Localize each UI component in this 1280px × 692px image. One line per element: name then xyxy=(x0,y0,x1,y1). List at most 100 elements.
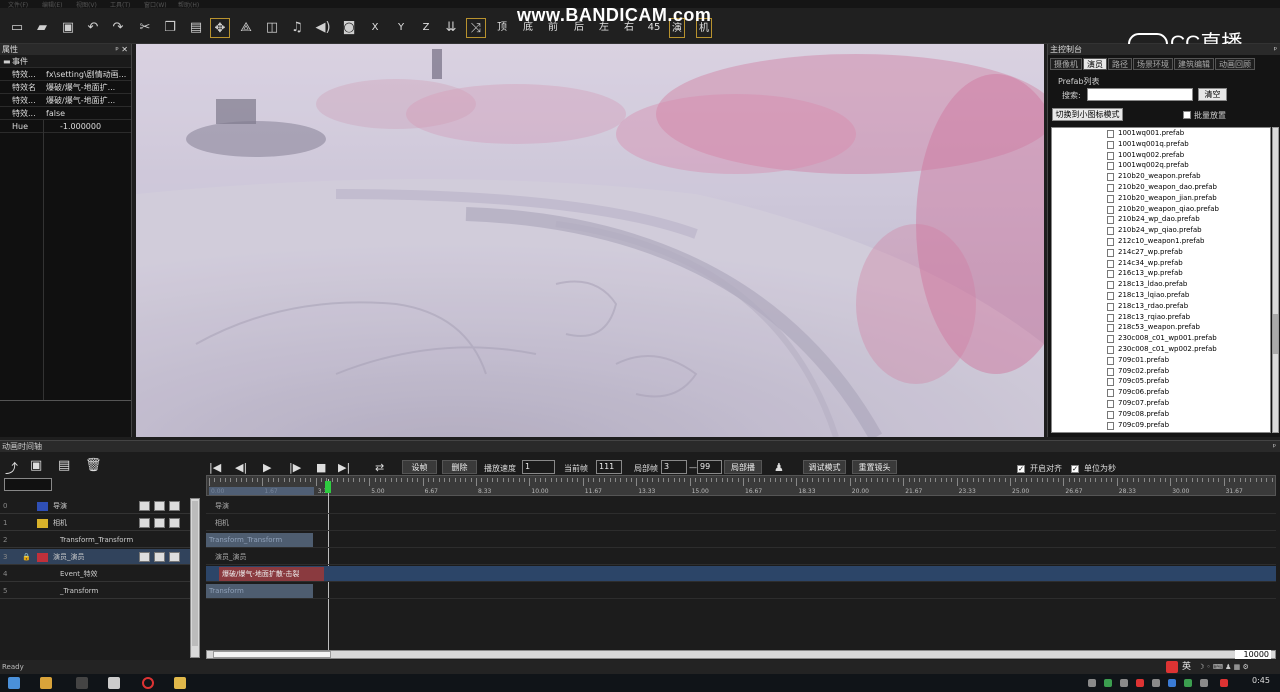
tray-icon[interactable] xyxy=(1088,679,1096,687)
stop-icon[interactable]: ■ xyxy=(316,461,326,474)
copy-icon[interactable]: ❐ xyxy=(160,18,180,38)
tray-icon[interactable] xyxy=(1220,679,1228,687)
clear-button[interactable]: 清空 xyxy=(1198,88,1227,101)
property-row[interactable]: 特效... fx\setting\剧情动画... xyxy=(0,68,131,81)
taskbar-record-icon[interactable] xyxy=(142,677,154,689)
prefab-list-item[interactable]: 218c13_ldao.prefab xyxy=(1052,279,1270,290)
goto-start-icon[interactable]: |◀ xyxy=(209,461,221,474)
track-lane[interactable]: 相机 xyxy=(206,515,1276,531)
playhead-marker[interactable] xyxy=(325,481,331,493)
track-visible-button[interactable] xyxy=(154,552,165,562)
track-lane[interactable]: 导演 xyxy=(206,498,1276,514)
cut-icon[interactable]: ✂ xyxy=(135,18,155,38)
sound-icon[interactable]: ◀) xyxy=(313,18,333,38)
enable-align-checkbox[interactable]: ✓ xyxy=(1017,465,1025,473)
tray-icon[interactable] xyxy=(1136,679,1144,687)
trash-icon[interactable]: 🗑 xyxy=(85,458,102,473)
tray-icon[interactable] xyxy=(1168,679,1176,687)
ruler-selection-range[interactable] xyxy=(209,487,314,495)
prefab-list-item[interactable]: 218c13_lqiao.prefab xyxy=(1052,290,1270,301)
windows-start-icon[interactable] xyxy=(8,677,20,689)
scale-icon[interactable]: ◫ xyxy=(262,18,282,38)
ime-tray-icons[interactable]: ☽ ◦ ⌨ ♟ ▦ ⚙ xyxy=(1198,660,1249,674)
person-icon[interactable]: ♟ xyxy=(774,461,784,474)
fit-view-icon[interactable]: ⤨ xyxy=(466,18,486,38)
track-header[interactable]: 0 导演 xyxy=(0,498,190,514)
prefab-list-item[interactable]: 210b20_weapon.prefab xyxy=(1052,171,1270,182)
move-icon[interactable]: ✥ xyxy=(210,18,230,38)
set-frame-button[interactable]: 设帧 xyxy=(402,460,437,474)
music-icon[interactable]: ♫ xyxy=(287,18,307,38)
sogou-ime-icon[interactable] xyxy=(1166,661,1178,673)
collapse-icon[interactable]: ▬ xyxy=(3,55,11,68)
panel-pin-icon[interactable]: ᵖ xyxy=(1274,44,1277,55)
taskbar-app-browser-icon[interactable] xyxy=(108,677,120,689)
track-lane[interactable]: 演员_演员 xyxy=(206,549,1276,565)
scrollbar-thumb[interactable] xyxy=(1273,314,1278,354)
scene-viewport[interactable] xyxy=(136,44,1044,437)
panel-pin-close-icon[interactable]: ᵖ ✕ xyxy=(115,44,128,55)
local-play-button[interactable]: 局部播放 xyxy=(724,460,762,486)
transform-clip[interactable]: Transform xyxy=(206,584,313,598)
track-header[interactable]: 2 Transform_Transform xyxy=(0,532,190,548)
play-speed-input[interactable]: 1 xyxy=(522,460,555,474)
clock[interactable]: 0:45 xyxy=(1252,676,1270,685)
undo-icon[interactable]: ↶ xyxy=(83,18,103,38)
track-visible-button[interactable] xyxy=(154,501,165,511)
scrollbar-thumb[interactable] xyxy=(192,501,198,646)
tab-camera[interactable]: 摄像机 xyxy=(1050,58,1082,70)
prev-frame-icon[interactable]: ◀| xyxy=(235,461,247,474)
prefab-list-item[interactable]: 210b20_weapon_jian.prefab xyxy=(1052,193,1270,204)
prefab-list-item[interactable]: 218c13_rqiao.prefab xyxy=(1052,312,1270,323)
prefab-list-item[interactable]: 230c008_c01_wp002.prefab xyxy=(1052,344,1270,355)
ime-mode-text[interactable]: 英 xyxy=(1182,660,1191,674)
taskbar-app-editor-icon[interactable] xyxy=(76,677,88,689)
track-color-swatch[interactable] xyxy=(37,519,48,528)
rotate-icon[interactable]: ⟁ xyxy=(236,18,256,38)
prefab-list-item[interactable]: 709c06.prefab xyxy=(1052,387,1270,398)
view-top-button[interactable]: 顶 xyxy=(494,18,510,38)
local-frame-start-input[interactable]: 3 xyxy=(661,460,687,474)
track-lock-button[interactable] xyxy=(139,552,150,562)
search-input[interactable] xyxy=(1087,88,1193,101)
timeline-hscrollbar[interactable] xyxy=(206,650,1276,659)
tab-path[interactable]: 路径 xyxy=(1108,58,1132,70)
tab-scene-env[interactable]: 场景环境 xyxy=(1133,58,1173,70)
property-section-header[interactable]: ▬ 事件 xyxy=(0,55,131,68)
track-cursor-button[interactable] xyxy=(169,552,180,562)
prefab-list-item[interactable]: 210b24_wp_qiao.prefab xyxy=(1052,225,1270,236)
property-row[interactable]: 特效名 爆破/爆气-地面扩... xyxy=(0,81,131,94)
camera-icon[interactable]: ◙ xyxy=(339,18,359,38)
prefab-list-item[interactable]: 709c05.prefab xyxy=(1052,376,1270,387)
prefab-list-item[interactable]: 709c07.prefab xyxy=(1052,398,1270,409)
delete-frame-button[interactable]: 删除 xyxy=(442,460,477,474)
property-value[interactable]: 爆破/爆气-地面扩... xyxy=(46,81,128,94)
prefab-list-item[interactable]: 210b20_weapon_dao.prefab xyxy=(1052,182,1270,193)
loop-icon[interactable]: ⇄ xyxy=(375,461,384,474)
property-row[interactable]: 特效... false xyxy=(0,107,131,120)
scrollbar-thumb[interactable] xyxy=(213,651,331,658)
property-value[interactable]: fx\setting\剧情动画... xyxy=(46,68,128,81)
transform-clip[interactable]: Transform_Transform xyxy=(206,533,313,547)
tray-icon[interactable] xyxy=(1152,679,1160,687)
redo-icon[interactable]: ↷ xyxy=(108,18,128,38)
lock-icon[interactable]: 🔒 xyxy=(22,549,31,565)
axis-y-button[interactable]: Y xyxy=(393,18,409,38)
track-header[interactable]: 3 🔒 演员_演员 xyxy=(0,549,190,565)
current-frame-input[interactable]: 111 xyxy=(596,460,622,474)
down-arrows-icon[interactable]: ⇊ xyxy=(441,18,461,38)
property-value[interactable]: -1.000000 xyxy=(60,120,142,133)
open-folder-icon[interactable]: ▰ xyxy=(32,18,52,38)
track-color-swatch[interactable] xyxy=(37,553,48,562)
track-lock-button[interactable] xyxy=(139,518,150,528)
goto-end-icon[interactable]: ▶| xyxy=(338,461,350,474)
prefab-list-item[interactable]: 230c008_c01_wp001.prefab xyxy=(1052,333,1270,344)
switch-icon-mode-button[interactable]: 切换到小图标模式 xyxy=(1052,108,1123,121)
track-header[interactable]: 5 _Transform xyxy=(0,583,190,599)
property-row[interactable]: 特效... 爆破/爆气-地面扩... xyxy=(0,94,131,107)
axis-x-button[interactable]: X xyxy=(367,18,383,38)
panel-pin-icon[interactable]: ᵖ xyxy=(1273,441,1276,452)
tab-building-edit[interactable]: 建筑编辑 xyxy=(1174,58,1214,70)
track-lock-button[interactable] xyxy=(139,501,150,511)
property-value[interactable]: false xyxy=(46,107,128,120)
